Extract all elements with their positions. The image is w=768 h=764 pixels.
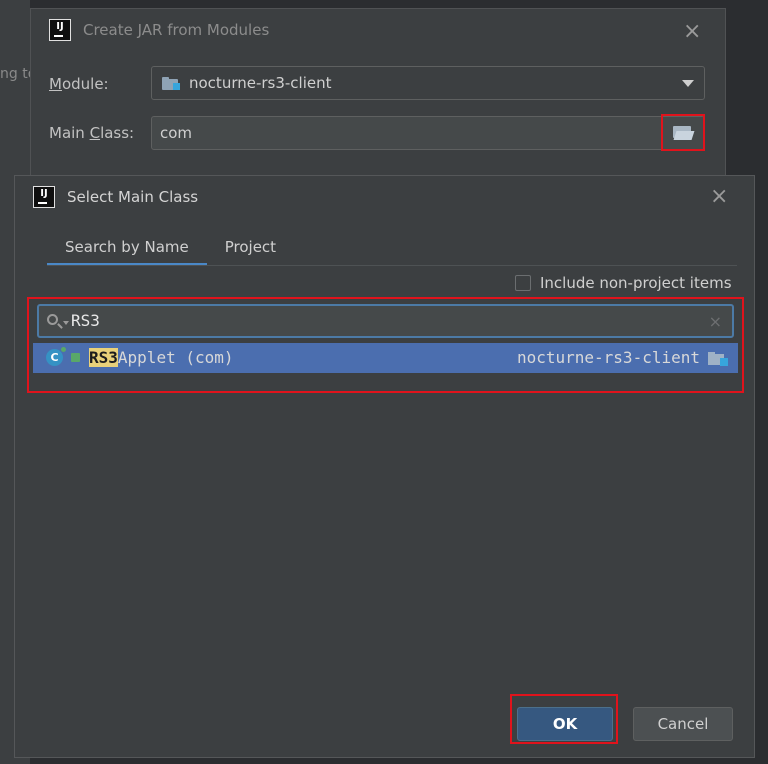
module-folder-icon xyxy=(162,76,180,90)
module-select[interactable]: nocturne-rs3-client xyxy=(151,66,705,100)
tab-divider xyxy=(47,265,737,266)
module-label-text: odule: xyxy=(61,75,109,93)
main-class-label-accelerator: C xyxy=(89,124,101,142)
main-class-label-post: lass: xyxy=(100,124,135,142)
browse-main-class-button[interactable] xyxy=(661,114,705,151)
open-folder-icon xyxy=(673,125,695,140)
inner-title-bar: Select Main Class xyxy=(33,186,198,208)
module-label-accelerator: M xyxy=(49,75,62,93)
tab-search-by-name[interactable]: Search by Name xyxy=(47,238,207,266)
select-main-class-dialog: Select Main Class × Search by Name Proje… xyxy=(14,175,755,758)
close-icon[interactable]: × xyxy=(710,186,728,208)
intellij-logo-icon xyxy=(49,19,71,41)
close-icon[interactable]: × xyxy=(683,21,701,43)
intellij-logo-icon xyxy=(33,186,55,208)
create-jar-dialog: Create JAR from Modules × Module: noctur… xyxy=(30,8,726,180)
outer-dialog-title: Create JAR from Modules xyxy=(83,21,270,39)
include-non-project-checkbox[interactable] xyxy=(515,275,531,291)
include-non-project-label: Include non-project items xyxy=(540,274,732,292)
annotation-highlight-box xyxy=(27,297,744,393)
module-label: Module: xyxy=(49,75,109,93)
inner-dialog-title: Select Main Class xyxy=(67,188,199,206)
background-right xyxy=(726,0,768,180)
ok-button[interactable]: OK xyxy=(517,707,613,741)
main-class-label: Main Class: xyxy=(49,124,134,142)
module-select-value: nocturne-rs3-client xyxy=(189,74,332,92)
tab-bar: Search by Name Project xyxy=(47,238,294,266)
main-class-label-pre: Main xyxy=(49,124,90,142)
tab-project[interactable]: Project xyxy=(207,238,294,266)
outer-title-bar: Create JAR from Modules xyxy=(49,19,269,41)
main-class-field-value: com xyxy=(160,124,193,142)
include-non-project-toggle[interactable]: Include non-project items xyxy=(515,274,732,292)
main-class-field[interactable]: com xyxy=(151,116,705,150)
dropdown-caret-icon xyxy=(682,80,694,87)
cancel-button[interactable]: Cancel xyxy=(633,707,733,741)
